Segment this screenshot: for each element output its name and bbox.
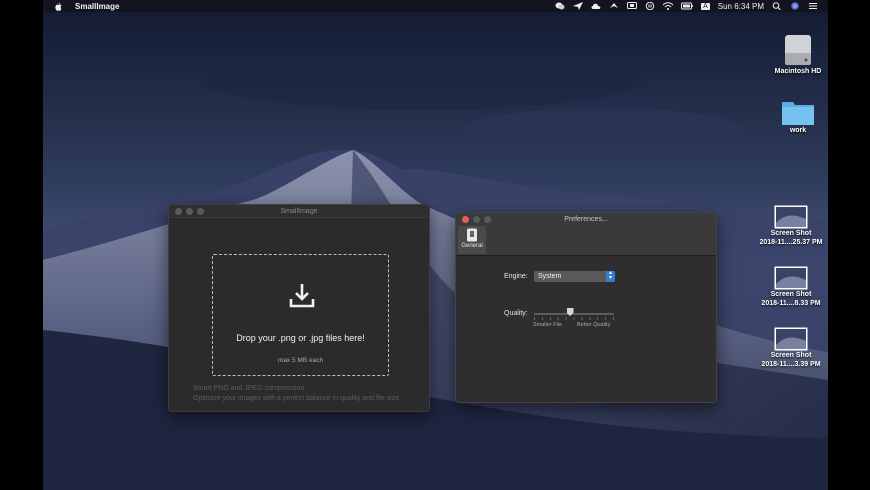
desktop-item-label-line2: 2018-11....25.37 PM — [759, 239, 823, 246]
zoom-button[interactable] — [197, 208, 204, 215]
desktop-item-label-line2: 2018-11....3.39 PM — [761, 361, 821, 368]
app-menu-title[interactable]: SmallImage — [75, 2, 119, 11]
desktop-item-label-line1: Screen Shot — [770, 291, 812, 298]
better-quality-label: Better Quality — [577, 322, 611, 328]
folder-icon — [782, 102, 814, 125]
minimize-button[interactable] — [186, 208, 193, 215]
title-bar[interactable]: Preferences... — [456, 213, 716, 226]
preferences-window: Preferences... General Engine: System ▴ ▾… — [455, 212, 717, 403]
wechat-icon[interactable] — [555, 2, 565, 10]
window-title: SmallImage — [280, 207, 318, 215]
apple-icon[interactable] — [55, 2, 63, 11]
desktop-item-screenshot[interactable]: Screen Shot 2018-11....25.37 PM — [756, 205, 826, 247]
status-area: A Sun 6:34 PM — [555, 2, 818, 11]
drop-zone[interactable]: Drop your .png or .jpg files here! max 5… — [212, 254, 389, 376]
minimize-button[interactable] — [473, 216, 480, 223]
screenshot-icon — [774, 327, 808, 351]
engine-label: Engine: — [504, 273, 528, 280]
window-controls — [462, 216, 491, 223]
display-icon[interactable] — [627, 2, 638, 10]
search-icon[interactable] — [772, 2, 782, 10]
paper-plane-icon[interactable] — [573, 2, 584, 10]
quality-label: Quality: — [504, 310, 528, 317]
desktop-item-label-line1: Screen Shot — [770, 352, 812, 359]
menubar-clock[interactable]: Sun 6:34 PM — [718, 2, 764, 11]
screenshot-icon — [774, 205, 808, 229]
desktop-item-label: Macintosh HD — [774, 68, 822, 75]
pause-icon[interactable] — [645, 2, 655, 10]
input-source-icon[interactable]: A — [701, 2, 710, 10]
list-icon[interactable] — [808, 2, 818, 10]
desktop-item-label: work — [789, 127, 807, 134]
close-button[interactable] — [462, 216, 469, 223]
engine-select[interactable]: System ▴ ▾ — [534, 270, 615, 282]
desktop-item-work[interactable]: work — [763, 98, 833, 135]
title-bar[interactable]: SmallImage — [169, 205, 429, 218]
smaller-file-label: Smaller File — [533, 322, 563, 328]
desktop-item-screenshot[interactable]: Screen Shot 2018-11....8.33 PM — [756, 266, 826, 308]
quality-slider[interactable] — [534, 313, 614, 315]
slider-ticks — [534, 317, 614, 320]
size-limit-note: max 5 MB each — [277, 357, 324, 364]
screenshot-icon — [774, 266, 808, 290]
battery-icon[interactable] — [681, 2, 693, 10]
engine-value: System — [538, 273, 562, 280]
window-title: Preferences... — [564, 216, 608, 223]
desktop-item-label-line2: 2018-11....8.33 PM — [761, 300, 821, 307]
hard-drive-icon — [785, 35, 811, 65]
description: Optimize your images with a perfect bala… — [193, 395, 402, 402]
siri-icon[interactable] — [790, 2, 800, 10]
window-controls — [175, 208, 204, 215]
menu-bar: SmallImage A Sun 6:34 PM — [43, 0, 828, 12]
desktop-item-label-line1: Screen Shot — [770, 230, 812, 237]
right-letterbox — [828, 0, 870, 490]
close-button[interactable] — [175, 208, 182, 215]
wifi-icon[interactable] — [663, 2, 674, 10]
preferences-toolbar: General — [456, 226, 716, 256]
smallimage-window: SmallImage Drop your .png or .jpg files … — [168, 204, 430, 412]
wing-icon[interactable] — [609, 2, 619, 10]
zoom-button[interactable] — [484, 216, 491, 223]
desktop-item-screenshot[interactable]: Screen Shot 2018-11....3.39 PM — [756, 327, 826, 369]
drop-instructions: Drop your .png or .jpg files here! — [236, 333, 365, 343]
chevron-updown-icon: ▴ ▾ — [606, 270, 615, 282]
download-icon — [289, 284, 315, 308]
desktop-item-macintosh-hd[interactable]: Macintosh HD — [763, 33, 833, 76]
left-letterbox — [0, 0, 43, 490]
tab-label: General — [461, 243, 483, 249]
phone-icon — [467, 228, 477, 242]
tagline: Smart PNG and JPEG compression — [193, 385, 305, 392]
tab-general[interactable]: General — [458, 226, 486, 254]
cloud-icon[interactable] — [591, 2, 601, 10]
